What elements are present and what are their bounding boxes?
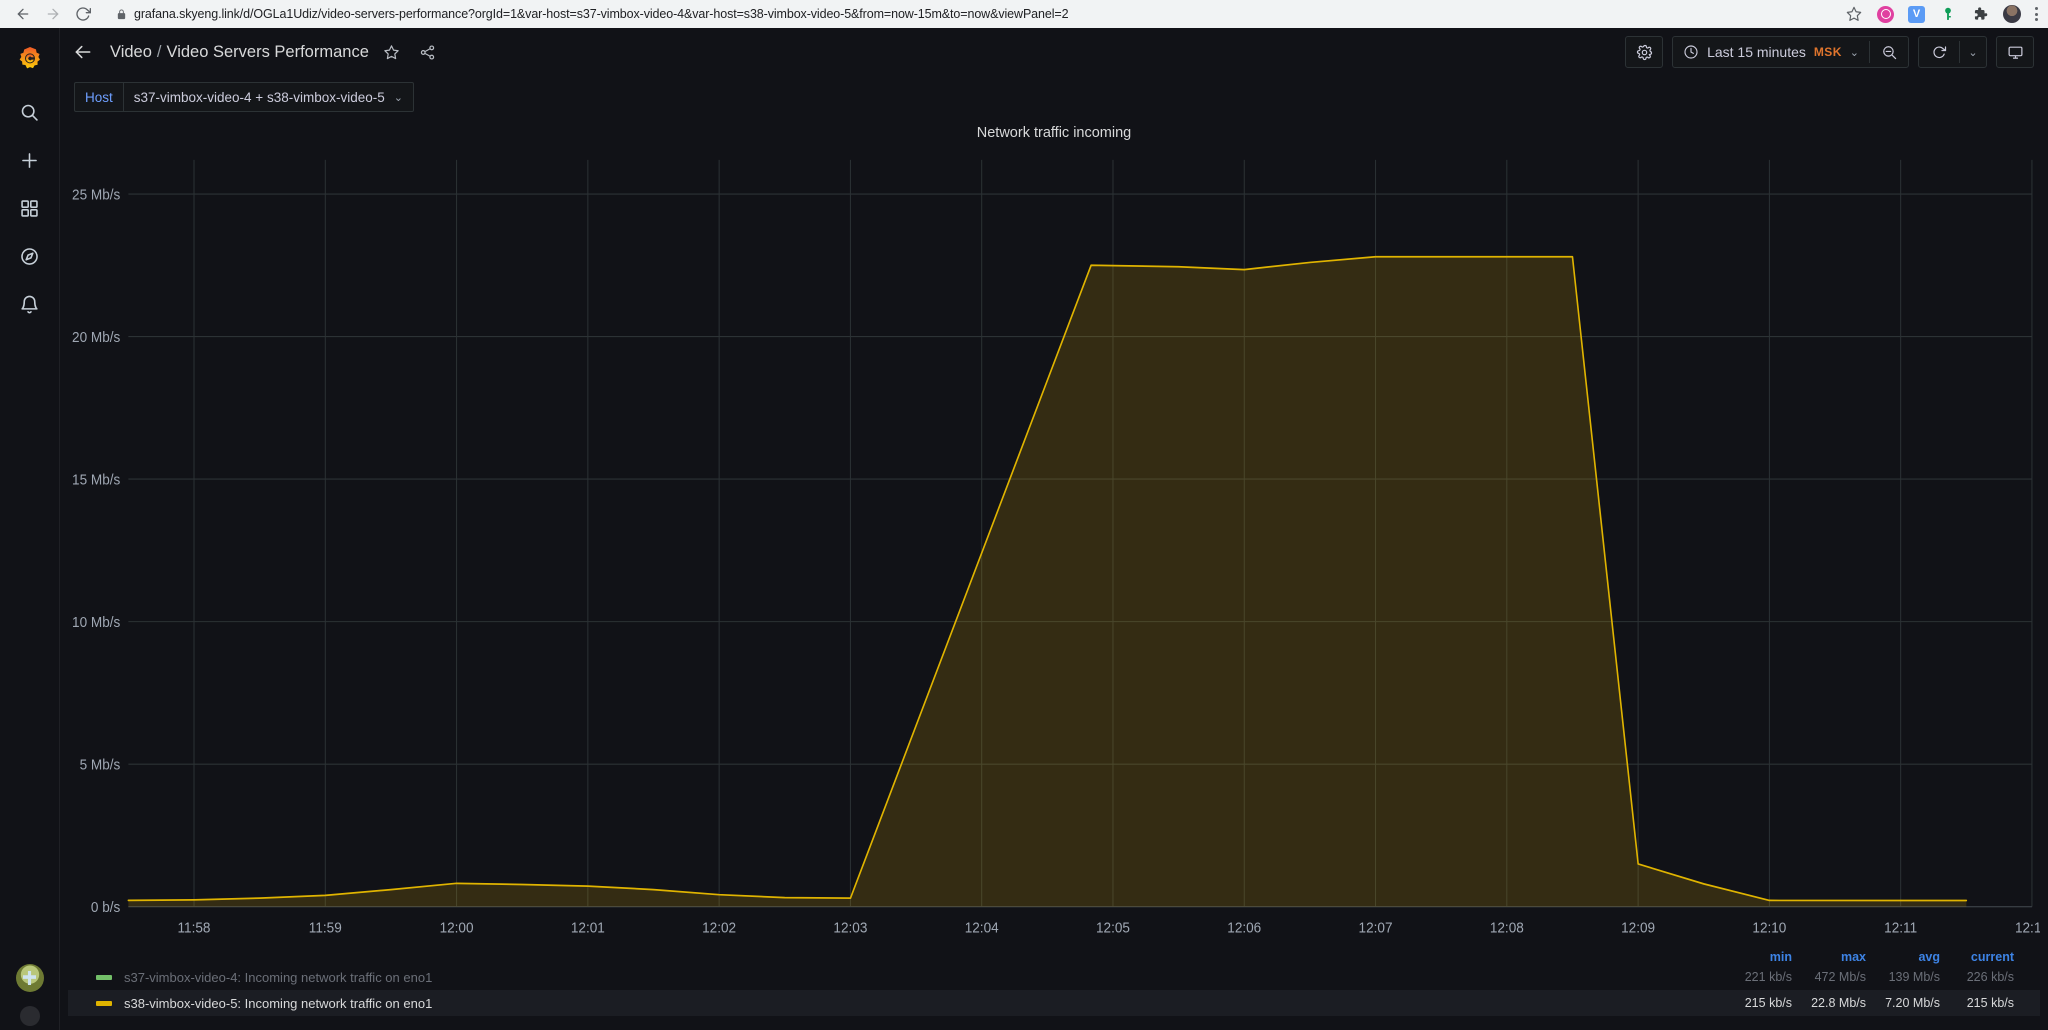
legend-col-max[interactable]: max: [1792, 950, 1866, 964]
y-axis-tick-label: 25 Mb/s: [72, 186, 120, 203]
x-axis-tick-label: 12:11: [1884, 919, 1917, 936]
page-title: Video Servers Performance: [166, 42, 369, 61]
legend-series-label[interactable]: s37-vimbox-video-4: Incoming network tra…: [124, 970, 432, 985]
x-axis-tick-label: 12:10: [1752, 919, 1786, 936]
legend-row[interactable]: s38-vimbox-video-5: Incoming network tra…: [68, 990, 2040, 1016]
ext-pink-icon[interactable]: [1877, 5, 1894, 23]
x-axis-tick-label: 12:02: [702, 919, 736, 936]
y-axis-tick-label: 15 Mb/s: [72, 471, 120, 488]
user-avatar[interactable]: [15, 964, 44, 992]
star-icon[interactable]: [1845, 5, 1863, 23]
breadcrumb: Video / Video Servers Performance: [110, 43, 369, 62]
star-favorite-icon[interactable]: [379, 39, 405, 65]
browser-actions: V: [1833, 5, 2038, 23]
reload-icon[interactable]: [70, 1, 96, 27]
legend-col-avg[interactable]: avg: [1866, 950, 1940, 964]
legend-stat-avg: 7.20 Mb/s: [1885, 996, 1940, 1010]
forward-arrow-icon[interactable]: [40, 1, 66, 27]
legend-stat-min: 215 kb/s: [1744, 996, 1792, 1010]
x-axis-tick-label: 11:59: [309, 919, 342, 936]
panel-bottom-edge: [60, 1026, 2048, 1030]
dashboard-header: Video / Video Servers Performance Last 1: [60, 28, 2048, 76]
chevron-down-icon: ⌄: [393, 91, 403, 104]
breadcrumb-separator: /: [156, 42, 162, 61]
time-range-button[interactable]: Last 15 minutes MSK ⌄: [1673, 37, 1869, 67]
panel-legend: min max avg current s37-vimbox-video-4: …: [68, 950, 2040, 1022]
time-range-label: Last 15 minutes: [1707, 44, 1806, 60]
puzzle-extensions-icon[interactable]: [1971, 5, 1989, 23]
legend-stat-min: 221 kb/s: [1744, 970, 1792, 984]
x-axis-tick-label: 12:12: [2015, 919, 2040, 936]
legend-stat-max: 22.8 Mb/s: [1811, 996, 1866, 1010]
breadcrumb-parent[interactable]: Video: [110, 43, 152, 62]
sidebar: [0, 28, 60, 1030]
gear-settings-icon[interactable]: [1625, 36, 1664, 68]
zoom-out-icon[interactable]: [1870, 44, 1908, 61]
ext-blue-v-icon[interactable]: V: [1908, 5, 1925, 23]
legend-series-color-swatch[interactable]: [96, 974, 112, 980]
share-icon[interactable]: [415, 39, 441, 65]
legend-stat-current: 215 kb/s: [1966, 996, 2014, 1010]
address-bar[interactable]: grafana.skyeng.link/d/OGLa1Udiz/video-se…: [106, 3, 1829, 25]
x-axis-tick-label: 12:07: [1359, 919, 1393, 936]
legend-stat-avg: 139 Mb/s: [1888, 970, 1940, 984]
y-axis-tick-label: 10 Mb/s: [72, 614, 120, 631]
time-range-picker: Last 15 minutes MSK ⌄: [1672, 36, 1909, 68]
back-button[interactable]: [66, 35, 100, 69]
main-content: Video / Video Servers Performance Last 1: [60, 28, 2048, 1030]
x-axis-tick-label: 11:58: [178, 919, 211, 936]
chart-canvas: 0 b/s 5 Mb/s 10 Mb/s 15 Mb/s 20 Mb/s 25 Mb/s 1…: [72, 159, 2040, 936]
x-axis-tick-label: 12:09: [1621, 919, 1655, 936]
timeseries-plot[interactable]: 0 b/s 5 Mb/s 10 Mb/s 15 Mb/s 20 Mb/s 25 Mb/s 1…: [68, 149, 2040, 950]
refresh-picker: ⌄: [1918, 36, 1987, 68]
panel-title[interactable]: Network traffic incoming: [68, 118, 2040, 149]
legend-series-color-swatch[interactable]: [96, 1000, 112, 1006]
x-axis-tick-label: 12:06: [1227, 919, 1261, 936]
sidebar-item-dashboards[interactable]: [0, 184, 60, 232]
refresh-icon[interactable]: [1919, 44, 1959, 61]
url-text: grafana.skyeng.link/d/OGLa1Udiz/video-se…: [134, 7, 1069, 21]
x-axis-tick-label: 12:03: [833, 919, 867, 936]
legend-series-label[interactable]: s38-vimbox-video-5: Incoming network tra…: [124, 996, 432, 1011]
sidebar-item-explore[interactable]: [0, 232, 60, 280]
profile-avatar[interactable]: [2003, 5, 2021, 23]
grafana-app: Video / Video Servers Performance Last 1: [0, 28, 2048, 1030]
sidebar-bottom-icon[interactable]: [19, 1006, 40, 1026]
y-axis-tick-label: 0 b/s: [91, 899, 120, 916]
y-axis-tick-label: 5 Mb/s: [80, 756, 121, 773]
host-variable-label: Host: [74, 82, 123, 112]
variables-row: Host s37-vimbox-video-4 + s38-vimbox-vid…: [60, 76, 2048, 118]
x-axis-tick-label: 12:04: [965, 919, 999, 936]
refresh-interval-chevron-icon[interactable]: ⌄: [1960, 46, 1986, 59]
sidebar-item-create[interactable]: [0, 136, 60, 184]
lock-icon: [116, 8, 127, 20]
y-axis-tick-label: 20 Mb/s: [72, 329, 120, 346]
x-axis-tick-label: 12:05: [1096, 919, 1130, 936]
series-area: [128, 256, 1967, 907]
kebab-menu-icon[interactable]: [2035, 7, 2038, 21]
legend-col-current[interactable]: current: [1940, 950, 2014, 964]
legend-stat-current: 226 kb/s: [1966, 970, 2014, 984]
legend-header-row: min max avg current: [68, 950, 2040, 964]
legend-col-min[interactable]: min: [1718, 950, 1792, 964]
legend-stat-max: 472 Mb/s: [1814, 970, 1866, 984]
host-variable-value: s37-vimbox-video-4 + s38-vimbox-video-5: [133, 89, 385, 105]
sidebar-item-alerting[interactable]: [0, 280, 60, 328]
grafana-logo[interactable]: [0, 32, 60, 88]
password-key-icon[interactable]: [1939, 5, 1957, 23]
tv-kiosk-icon[interactable]: [1996, 36, 2034, 68]
browser-toolbar: grafana.skyeng.link/d/OGLa1Udiz/video-se…: [0, 0, 2048, 28]
time-controls: Last 15 minutes MSK ⌄ ⌄: [1625, 36, 2034, 68]
timezone-label: MSK: [1813, 45, 1842, 59]
legend-row[interactable]: s37-vimbox-video-4: Incoming network tra…: [68, 964, 2040, 990]
back-arrow-icon[interactable]: [10, 1, 36, 27]
x-axis-tick-label: 12:00: [440, 919, 474, 936]
x-axis-tick-label: 12:08: [1490, 919, 1524, 936]
chevron-down-icon: ⌄: [1849, 46, 1859, 59]
panel-network-traffic-incoming: Network traffic incoming 0 b/s 5 Mb/s 10 M…: [60, 118, 2048, 1026]
host-variable-select[interactable]: s37-vimbox-video-4 + s38-vimbox-video-5 …: [122, 82, 414, 112]
x-axis-tick-label: 12:01: [571, 919, 605, 936]
sidebar-item-search[interactable]: [0, 88, 60, 136]
